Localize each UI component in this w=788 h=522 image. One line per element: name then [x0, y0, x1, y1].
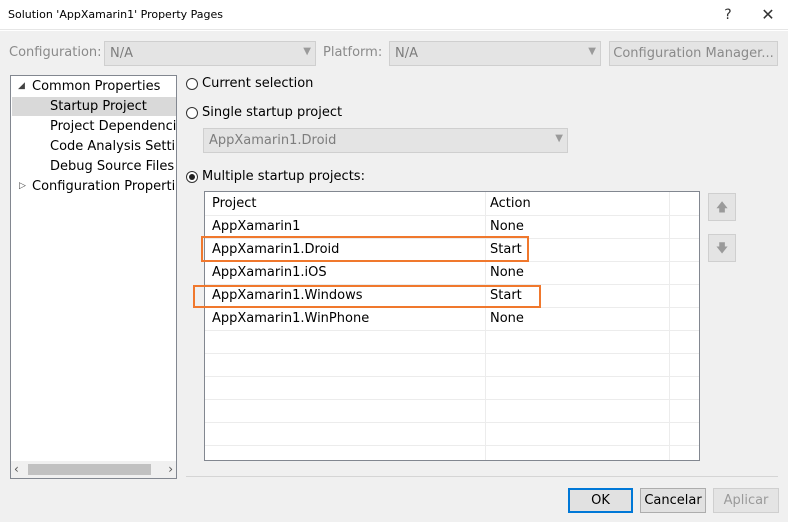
- configuration-manager-button[interactable]: Configuration Manager...: [609, 41, 778, 66]
- project-name: AppXamarin1.iOS: [212, 265, 327, 280]
- ok-button[interactable]: OK: [568, 488, 633, 513]
- platform-value: N/A: [395, 46, 418, 61]
- close-button[interactable]: ✕: [756, 4, 780, 26]
- table-row[interactable]: AppXamarin1.iOS None: [205, 261, 699, 285]
- radio-selected-icon: [186, 171, 198, 183]
- configuration-dropdown[interactable]: N/A ▼: [104, 41, 316, 66]
- horizontal-scrollbar[interactable]: ‹ ›: [11, 461, 176, 478]
- empty-row: [205, 399, 699, 423]
- current-selection-label: Current selection: [202, 76, 314, 91]
- tree-item-startup-project[interactable]: Startup Project: [12, 97, 176, 116]
- empty-row: [205, 422, 699, 446]
- chevron-down-icon: ▼: [555, 133, 563, 144]
- window-title: Solution 'AppXamarin1' Property Pages: [8, 8, 224, 21]
- help-button[interactable]: ?: [716, 4, 740, 26]
- grid-header-row: Project Action: [205, 192, 699, 216]
- tree-item-configuration-properties[interactable]: Configuration Properties: [32, 177, 176, 196]
- action-cell[interactable]: None: [490, 311, 524, 326]
- expanded-arrow-icon[interactable]: ◢: [18, 81, 25, 91]
- radio-circle-icon: [186, 78, 198, 90]
- project-name: AppXamarin1.WinPhone: [212, 311, 370, 326]
- property-tree[interactable]: ◢ Common Properties Startup Project Proj…: [10, 75, 177, 479]
- platform-dropdown[interactable]: N/A ▼: [389, 41, 601, 66]
- header-project: Project: [212, 196, 257, 211]
- collapsed-arrow-icon[interactable]: ▷: [19, 181, 26, 191]
- highlight-windows-row: [193, 285, 541, 308]
- current-selection-radio[interactable]: Current selection: [186, 76, 326, 94]
- startup-projects-grid[interactable]: Project Action AppXamarin1 None AppXamar…: [204, 191, 700, 461]
- single-startup-radio[interactable]: Single startup project: [186, 105, 346, 123]
- chevron-down-icon: ▼: [588, 46, 596, 57]
- multiple-startup-label: Multiple startup projects:: [202, 169, 365, 184]
- multiple-startup-radio[interactable]: Multiple startup projects:: [186, 169, 366, 187]
- single-startup-dropdown[interactable]: AppXamarin1.Droid ▼: [203, 128, 568, 153]
- action-cell[interactable]: None: [490, 265, 524, 280]
- footer-separator: [186, 476, 778, 477]
- scroll-right-icon[interactable]: ›: [168, 462, 173, 476]
- table-row[interactable]: AppXamarin1.WinPhone None: [205, 307, 699, 331]
- arrow-down-icon: 🡇: [715, 241, 729, 255]
- tree-item-debug-source-files[interactable]: Debug Source Files: [50, 157, 174, 176]
- configuration-label: Configuration:: [9, 45, 102, 60]
- scroll-left-icon[interactable]: ‹: [14, 462, 19, 476]
- scroll-thumb[interactable]: [28, 464, 151, 475]
- single-startup-value: AppXamarin1.Droid: [209, 133, 337, 148]
- platform-label: Platform:: [323, 45, 383, 60]
- project-name: AppXamarin1: [212, 219, 301, 234]
- cancel-button[interactable]: Cancelar: [640, 488, 706, 513]
- radio-circle-icon: [186, 107, 198, 119]
- move-up-button[interactable]: 🡅: [708, 193, 736, 221]
- apply-button[interactable]: Aplicar: [713, 488, 779, 513]
- arrow-up-icon: 🡅: [715, 200, 729, 214]
- empty-row: [205, 353, 699, 377]
- title-bar: Solution 'AppXamarin1' Property Pages ? …: [0, 0, 788, 30]
- action-cell[interactable]: None: [490, 219, 524, 234]
- tree-item-project-dependencies[interactable]: Project Dependencie: [50, 117, 176, 136]
- empty-row: [205, 376, 699, 400]
- empty-row: [205, 330, 699, 354]
- chevron-down-icon: ▼: [303, 46, 311, 57]
- move-down-button[interactable]: 🡇: [708, 234, 736, 262]
- tree-item-common-properties[interactable]: Common Properties: [32, 77, 160, 96]
- single-startup-label: Single startup project: [202, 105, 343, 120]
- highlight-droid-row: [201, 236, 529, 262]
- dialog-body: Configuration: N/A ▼ Platform: N/A ▼ Con…: [0, 31, 788, 522]
- header-action: Action: [490, 196, 531, 211]
- configuration-value: N/A: [110, 46, 133, 61]
- tree-item-code-analysis-settings[interactable]: Code Analysis Setting: [50, 137, 176, 156]
